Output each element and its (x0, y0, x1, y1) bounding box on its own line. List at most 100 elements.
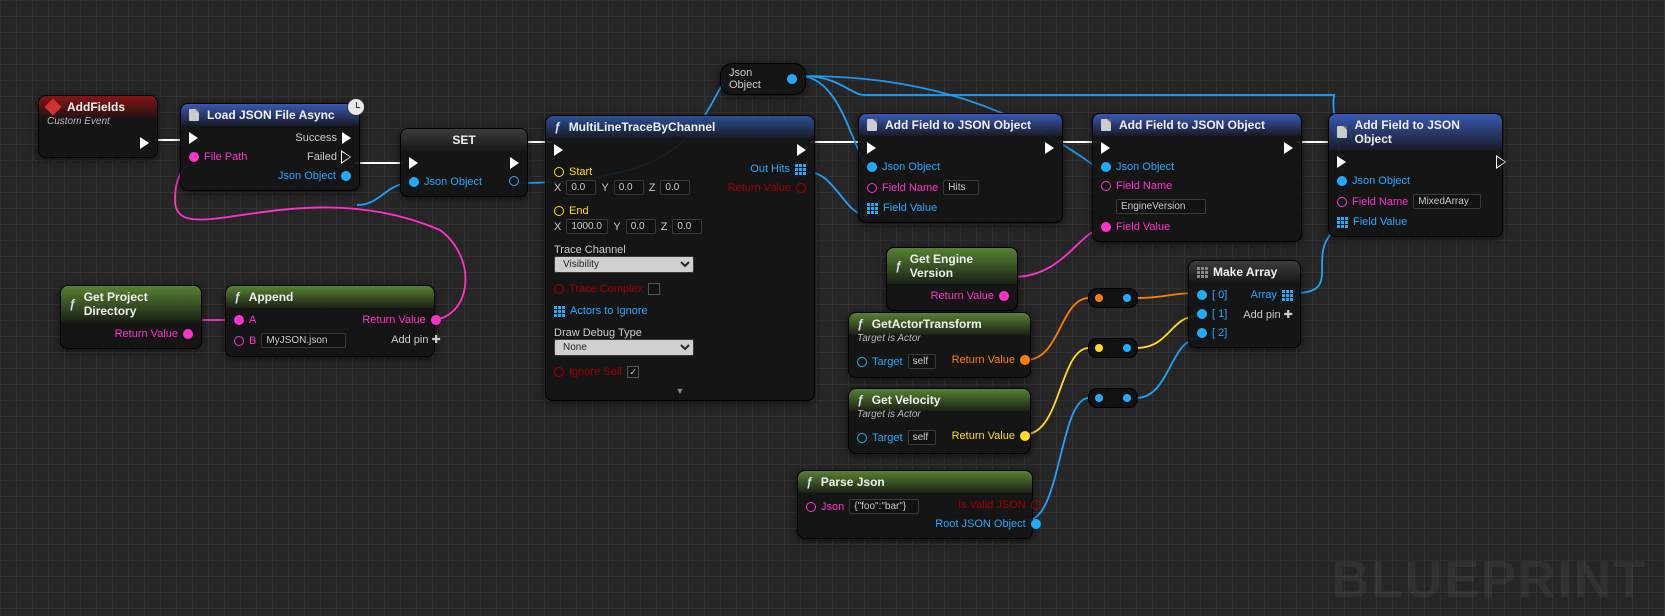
pin-return[interactable] (183, 329, 193, 339)
reroute-node[interactable] (1088, 388, 1138, 408)
start-z[interactable] (660, 180, 690, 195)
exec-out-failed[interactable] (342, 151, 351, 163)
pin-json-object[interactable] (867, 162, 877, 172)
pin-ignoreself[interactable] (554, 367, 564, 377)
pin-label: Field Name (882, 182, 938, 194)
node-header: Parse Json (798, 471, 1032, 493)
pin-in[interactable] (1095, 344, 1103, 352)
pin-field-value[interactable] (1337, 217, 1348, 228)
node-get-velocity[interactable]: Get Velocity Target is Actor Target Retu… (848, 388, 1031, 454)
node-make-array[interactable]: Make Array [ 0] [ 1] [ 2] Array Add pin (1188, 260, 1301, 348)
end-y[interactable] (626, 219, 656, 234)
pin-out[interactable] (1123, 294, 1131, 302)
pin-valid[interactable] (1031, 500, 1041, 510)
pin-return[interactable] (796, 183, 806, 193)
pin-return[interactable] (1020, 431, 1030, 441)
pin-1[interactable] (1197, 309, 1207, 319)
debug-type-select[interactable]: None (554, 339, 694, 356)
trace-complex-checkbox[interactable] (648, 283, 660, 295)
node-load-json[interactable]: Load JSON File Async File Path Success F… (180, 103, 360, 191)
exec-out-pin[interactable] (1045, 142, 1054, 154)
pin-field-value[interactable] (1101, 222, 1111, 232)
pin-in[interactable] (1095, 394, 1103, 402)
exec-out-success[interactable] (342, 132, 351, 144)
pin-start[interactable] (554, 167, 564, 177)
pin-return[interactable] (999, 291, 1009, 301)
field-name-input[interactable] (943, 180, 979, 195)
pin-out-hits[interactable] (795, 164, 806, 175)
pin-end[interactable] (554, 206, 564, 216)
trace-channel-select[interactable]: Visibility (554, 256, 694, 273)
pin-array-out[interactable] (1282, 290, 1293, 301)
pin-return[interactable] (431, 315, 441, 325)
exec-out-pin[interactable] (797, 144, 806, 156)
exec-in-pin[interactable] (409, 157, 418, 169)
exec-out-pin[interactable] (140, 137, 149, 149)
end-x[interactable] (566, 219, 608, 234)
add-pin-button[interactable]: Add pin (391, 333, 441, 346)
pin-json-object[interactable] (341, 171, 351, 181)
ignore-self-checkbox[interactable]: ✓ (627, 366, 639, 378)
exec-in-pin[interactable] (1101, 142, 1110, 154)
pin-json-object[interactable] (1337, 176, 1347, 186)
end-z[interactable] (672, 219, 702, 234)
exec-in-pin[interactable] (1337, 156, 1346, 168)
node-header: GetActorTransform (849, 313, 1030, 335)
pin-json-out[interactable] (509, 176, 519, 186)
pin-field-name[interactable] (1337, 197, 1347, 207)
pin-field-name[interactable] (1101, 181, 1111, 191)
node-engine-version[interactable]: Get Engine Version Return Value (886, 247, 1018, 311)
node-add-field-2[interactable]: Add Field to JSON Object Json Object Fie… (1092, 113, 1302, 242)
pin-0[interactable] (1197, 290, 1207, 300)
input-b-value[interactable] (261, 333, 346, 348)
node-set[interactable]: SET Json Object (400, 128, 528, 197)
node-header: Load JSON File Async (181, 104, 359, 126)
node-addfields[interactable]: AddFields Custom Event (38, 95, 158, 158)
target-input[interactable] (908, 354, 936, 369)
pin-field-value[interactable] (867, 203, 878, 214)
pin-file-path[interactable] (189, 152, 199, 162)
add-pin-button[interactable]: Add pin (1243, 308, 1293, 321)
start-x[interactable] (566, 180, 596, 195)
exec-in-pin[interactable] (867, 142, 876, 154)
pin-root[interactable] (1031, 519, 1041, 529)
node-add-field-1[interactable]: Add Field to JSON Object Json Object Fie… (858, 113, 1063, 223)
expand-button[interactable]: ▼ (546, 386, 814, 400)
reroute-node[interactable] (1088, 288, 1138, 308)
variable-json-object[interactable]: Json Object (720, 63, 806, 95)
target-input[interactable] (908, 430, 936, 445)
pin-b[interactable] (234, 336, 244, 346)
pin-target[interactable] (857, 357, 867, 367)
exec-out-pin[interactable] (1284, 142, 1293, 154)
pin-field-name[interactable] (867, 183, 877, 193)
node-parse-json[interactable]: Parse Json Json Is Valid JSON Root JSON … (797, 470, 1033, 539)
exec-in-pin[interactable] (554, 144, 563, 156)
pin-a[interactable] (234, 315, 244, 325)
field-name-input[interactable] (1413, 194, 1481, 209)
field-name-input[interactable] (1116, 199, 1206, 214)
node-trace[interactable]: MultiLineTraceByChannel Start XYZ End XY… (545, 115, 815, 401)
pin-json-in[interactable] (409, 177, 419, 187)
pin-out[interactable] (1123, 344, 1131, 352)
pin-json[interactable] (806, 502, 816, 512)
pin-2[interactable] (1197, 328, 1207, 338)
json-input[interactable] (849, 499, 919, 514)
start-y[interactable] (614, 180, 644, 195)
exec-out-pin[interactable] (510, 157, 519, 169)
exec-out-pin[interactable] (1497, 156, 1506, 168)
pin-actors-ignore[interactable] (554, 306, 565, 317)
node-actor-transform[interactable]: GetActorTransform Target is Actor Target… (848, 312, 1031, 378)
node-project-dir[interactable]: Get Project Directory Return Value (60, 285, 202, 349)
node-add-field-3[interactable]: Add Field to JSON Object Json Object Fie… (1328, 113, 1503, 237)
pin-complex[interactable] (554, 284, 564, 294)
pin-label: Json Object (278, 170, 336, 182)
pin-out[interactable] (1123, 394, 1131, 402)
node-append[interactable]: Append A B Return Value Add pin (225, 285, 435, 357)
exec-in-pin[interactable] (189, 132, 198, 144)
pin-return[interactable] (1020, 355, 1030, 365)
pin-out[interactable] (787, 74, 797, 84)
pin-in[interactable] (1095, 294, 1103, 302)
reroute-node[interactable] (1088, 338, 1138, 358)
pin-target[interactable] (857, 433, 867, 443)
pin-json-object[interactable] (1101, 162, 1111, 172)
